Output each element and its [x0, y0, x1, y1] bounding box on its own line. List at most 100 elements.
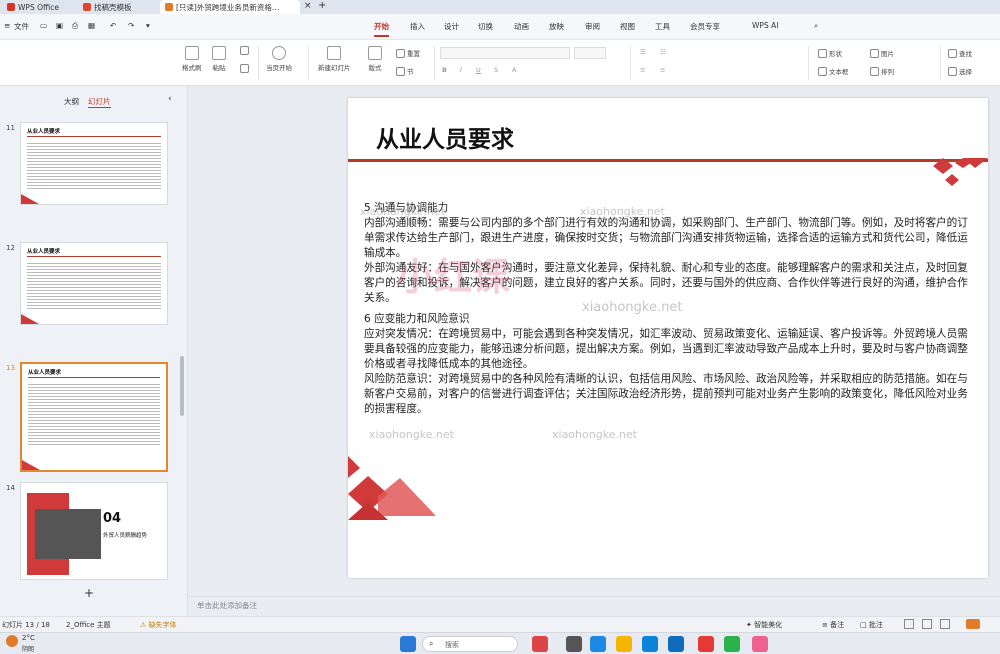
outlook-icon[interactable] — [668, 636, 684, 652]
smart-beautify-button[interactable]: ✦ 智能美化 — [746, 620, 782, 630]
bullet-list-icon[interactable]: ☰ — [640, 48, 646, 56]
slide-paragraph[interactable]: 应对突发情况：在跨境贸易中，可能会遇到各种突发情况，如汇率波动、贸易政策变化、运… — [364, 327, 976, 373]
select-icon — [948, 66, 957, 76]
tab-outline[interactable]: 大纲 — [64, 96, 79, 107]
edge-icon[interactable] — [590, 636, 606, 652]
slide-sorter-icon[interactable] — [922, 619, 932, 629]
panel-scrollbar[interactable] — [180, 356, 184, 416]
notes-placeholder[interactable]: 单击此处添加备注 — [197, 600, 257, 611]
notes-toggle-button[interactable]: ≡ 备注 — [822, 620, 844, 630]
section-heading[interactable]: 5 沟通与协调能力 — [364, 201, 976, 216]
menu-wps-ai[interactable]: WPS AI — [752, 21, 778, 30]
menu-animation[interactable]: 动画 — [514, 21, 529, 32]
task-view-icon[interactable] — [566, 636, 582, 652]
menu-slideshow[interactable]: 放映 — [549, 21, 564, 32]
menu-tools[interactable]: 工具 — [655, 21, 670, 32]
underline-icon[interactable]: U — [476, 66, 481, 74]
picture-button[interactable]: 图片 — [870, 48, 894, 58]
taskbar-search[interactable]: ⌕ 搜索 — [422, 636, 518, 652]
paste-icon — [212, 46, 226, 60]
normal-view-icon[interactable] — [904, 619, 914, 629]
theme-name[interactable]: 2_Office 主题 — [66, 620, 111, 630]
layout-button[interactable]: 版式 — [368, 46, 382, 72]
app-icon[interactable] — [532, 636, 548, 652]
weather-icon[interactable] — [6, 635, 18, 647]
save-icon[interactable]: ▣ — [56, 21, 63, 30]
textbox-button[interactable]: 文本框 — [818, 66, 849, 76]
slide-number: 13 — [6, 364, 15, 372]
tab-slides[interactable]: 幻灯片 — [88, 96, 111, 108]
reading-view-icon[interactable] — [940, 619, 950, 629]
print-icon[interactable]: ⎙ — [72, 21, 78, 31]
menu-review[interactable]: 审阅 — [585, 21, 600, 32]
bold-icon[interactable]: B — [442, 66, 447, 74]
menu-file[interactable]: 文件 — [14, 21, 29, 32]
slide-paragraph[interactable]: 风险防范意识：对跨境贸易中的各种风险有清晰的认识，包括信用风险、市场风险、政治风… — [364, 372, 976, 418]
cut-icon[interactable] — [240, 46, 249, 55]
menu-member[interactable]: 会员专享 — [690, 21, 720, 32]
strikethrough-icon[interactable]: S — [494, 66, 498, 74]
section-button[interactable]: 节 — [396, 66, 414, 76]
wps-logo-icon — [7, 3, 15, 11]
select-button[interactable]: 选择 — [948, 66, 972, 76]
shape-button[interactable]: 形状 — [818, 48, 842, 58]
slide-thumbnail[interactable]: 04 外贸人员薪酬趋势 — [20, 482, 168, 580]
wechat-icon[interactable] — [724, 636, 740, 652]
watermark: xiaohongke.net — [582, 300, 683, 315]
close-tab-icon[interactable]: × — [304, 1, 312, 11]
new-tab-icon[interactable]: + — [318, 0, 326, 11]
menu-insert[interactable]: 插入 — [410, 21, 425, 32]
slide-counter: 幻灯片 13 / 18 — [2, 621, 50, 629]
menu-view[interactable]: 视图 — [620, 21, 635, 32]
find-button[interactable]: 查找 — [948, 48, 972, 58]
align-left-icon[interactable]: ≡ — [640, 66, 645, 74]
comments-button[interactable]: □ 批注 — [860, 620, 883, 630]
slide-thumbnail[interactable]: 从业人员要求 — [20, 242, 168, 325]
arrange-button[interactable]: 排列 — [870, 66, 894, 76]
watermark: xiaohongke.net — [369, 428, 454, 441]
current-slide[interactable]: 从业人员要求 5 沟通与协调能力 内部沟通顺畅：需要与公司内部的多个部门进行有效… — [348, 98, 988, 578]
tab-wps-office[interactable]: WPS Office — [2, 0, 64, 14]
align-center-icon[interactable]: ≡ — [660, 66, 665, 74]
numbered-list-icon[interactable]: ☷ — [660, 48, 666, 56]
app-icon[interactable] — [752, 636, 768, 652]
format-painter-button[interactable]: 格式刷 — [182, 46, 202, 72]
paste-button[interactable]: 粘贴 — [212, 46, 226, 72]
undo-icon[interactable]: ↶ — [110, 21, 116, 30]
new-slide-button[interactable]: 新建幻灯片 — [318, 46, 351, 72]
slide-thumbnail[interactable]: 从业人员要求 — [20, 122, 168, 205]
font-size-select[interactable] — [574, 47, 606, 59]
store-icon[interactable] — [642, 636, 658, 652]
slide-title[interactable]: 从业人员要求 — [376, 120, 514, 154]
menu-home[interactable]: 开始 — [374, 21, 389, 37]
copy-icon[interactable] — [240, 64, 249, 73]
font-family-select[interactable] — [440, 47, 570, 59]
font-color-icon[interactable]: A — [512, 66, 516, 74]
notes-area[interactable]: 单击此处添加备注 — [189, 596, 1000, 616]
italic-icon[interactable]: I — [460, 66, 462, 74]
hamburger-icon[interactable]: ≡ — [4, 21, 10, 30]
more-icon[interactable]: ▾ — [146, 21, 150, 30]
tab-document[interactable]: [只读]外贸跨境业务员新资格… — [160, 0, 300, 14]
textbox-icon — [818, 66, 827, 76]
arrange-icon — [870, 66, 879, 76]
reset-button[interactable]: 重置 — [396, 48, 420, 58]
slide-thumbnail-selected[interactable]: 从业人员要求 — [20, 362, 168, 472]
menu-transition[interactable]: 切换 — [478, 21, 493, 32]
windows-start-icon[interactable] — [400, 636, 416, 652]
collapse-panel-icon[interactable]: ‹ — [168, 94, 172, 104]
folder-icon[interactable]: ▭ — [40, 21, 47, 30]
export-icon[interactable]: ▦ — [88, 21, 95, 30]
title-tab-bar: WPS Office 找稿壳模板 [只读]外贸跨境业务员新资格… × + — [0, 0, 1000, 14]
file-explorer-icon[interactable] — [616, 636, 632, 652]
search-icon[interactable]: ⌕ — [814, 21, 818, 31]
redo-icon[interactable]: ↷ — [128, 21, 134, 30]
play-from-current-button[interactable]: 当页开始 — [266, 46, 292, 72]
missing-font-button[interactable]: ⚠ 缺失字体 — [140, 620, 177, 630]
tab-template[interactable]: 找稿壳模板 — [78, 0, 137, 14]
thumbnail-title: 04 — [103, 511, 122, 526]
menu-design[interactable]: 设计 — [444, 21, 459, 32]
wps-icon[interactable] — [698, 636, 714, 652]
play-slideshow-icon[interactable] — [966, 619, 980, 629]
add-slide-icon[interactable]: + — [84, 586, 94, 600]
